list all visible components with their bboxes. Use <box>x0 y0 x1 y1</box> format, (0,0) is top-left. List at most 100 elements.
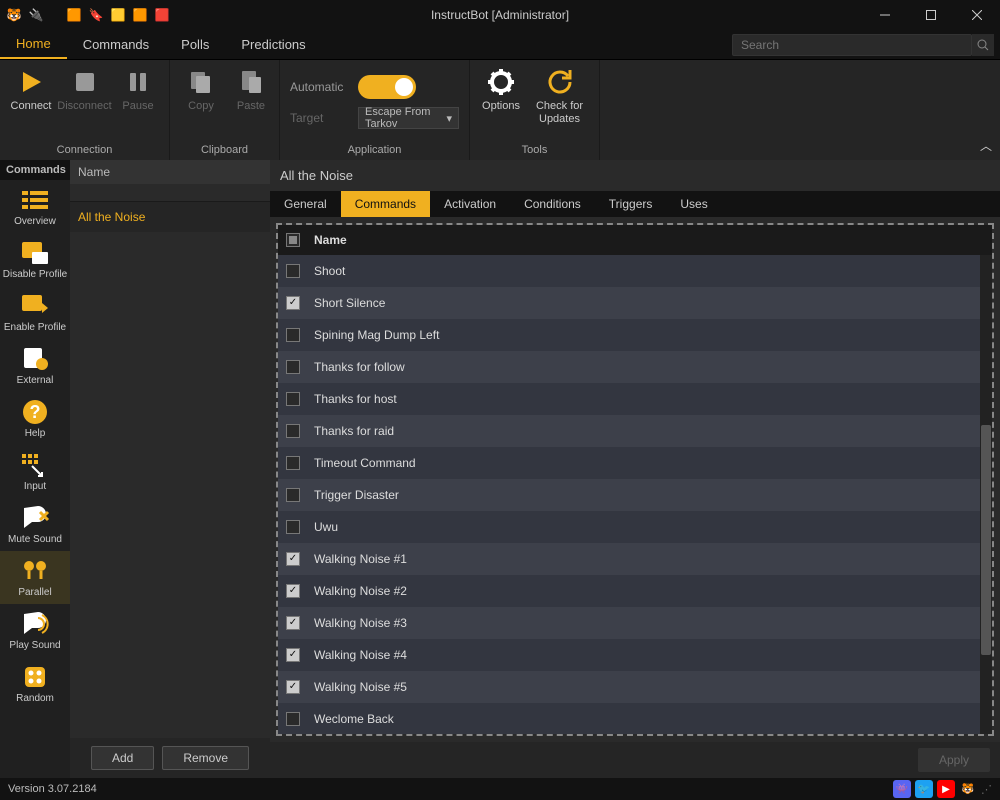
connect-button[interactable]: Connect <box>6 64 56 115</box>
ribbon-collapse-button[interactable]: ︿ <box>980 137 992 154</box>
titlebar-left-icons: 🐯 🔌 🟧 🔖 🟨 🟧 🟥 <box>0 7 176 23</box>
tab-conditions[interactable]: Conditions <box>510 191 595 217</box>
row-checkbox[interactable] <box>286 712 300 726</box>
row-checkbox[interactable] <box>286 424 300 438</box>
menu-home[interactable]: Home <box>0 30 67 59</box>
rail-parallel[interactable]: Parallel <box>0 551 70 604</box>
rail-overview[interactable]: Overview <box>0 180 70 233</box>
table-row[interactable]: Walking Noise #4 <box>278 639 980 671</box>
table-row[interactable]: Walking Noise #2 <box>278 575 980 607</box>
tab-uses[interactable]: Uses <box>666 191 721 217</box>
rail-random[interactable]: Random <box>0 657 70 710</box>
copy-button[interactable]: Copy <box>176 64 226 115</box>
discord-icon[interactable]: 👾 <box>893 780 911 798</box>
row-checkbox[interactable] <box>286 392 300 406</box>
row-checkbox[interactable] <box>286 296 300 310</box>
menu-commands[interactable]: Commands <box>67 30 165 59</box>
row-checkbox[interactable] <box>286 456 300 470</box>
tool-icon-2[interactable]: 🔖 <box>88 7 104 23</box>
table-row[interactable]: Thanks for follow <box>278 351 980 383</box>
rail-external[interactable]: External <box>0 339 70 392</box>
table-body[interactable]: ShootShort Silence Spining Mag Dump Left T… <box>278 255 980 734</box>
resize-grip-icon[interactable]: ⋰ <box>981 783 992 796</box>
scroll-thumb[interactable] <box>981 425 991 655</box>
row-checkbox[interactable] <box>286 264 300 278</box>
automatic-toggle[interactable] <box>358 75 416 99</box>
rail-enable-profile[interactable]: Enable Profile <box>0 286 70 339</box>
maximize-button[interactable] <box>908 0 954 30</box>
row-name: Thanks for follow <box>314 360 405 374</box>
table-row[interactable]: Uwu <box>278 511 980 543</box>
remove-button[interactable]: Remove <box>162 746 249 770</box>
table-row[interactable]: Walking Noise #5 <box>278 671 980 703</box>
rail-play-sound[interactable]: Play Sound <box>0 604 70 657</box>
row-checkbox[interactable] <box>286 328 300 342</box>
rail-help[interactable]: ?Help <box>0 392 70 445</box>
app-small-icon[interactable]: 🐯 <box>959 780 977 798</box>
tool-icon-1[interactable]: 🟧 <box>66 7 82 23</box>
search-input[interactable] <box>732 34 972 56</box>
disconnect-button[interactable]: Disconnect <box>56 64 113 115</box>
table-row[interactable]: Weclome Back <box>278 703 980 734</box>
twitter-icon[interactable]: 🐦 <box>915 780 933 798</box>
table-row[interactable]: Timeout Command <box>278 447 980 479</box>
close-button[interactable] <box>954 0 1000 30</box>
row-checkbox[interactable] <box>286 552 300 566</box>
menu-predictions[interactable]: Predictions <box>225 30 321 59</box>
row-checkbox[interactable] <box>286 360 300 374</box>
plug-icon[interactable]: 🔌 <box>28 7 44 23</box>
youtube-icon[interactable]: ▶ <box>937 780 955 798</box>
row-checkbox[interactable] <box>286 616 300 630</box>
row-name: Uwu <box>314 520 338 534</box>
ribbon-group-clipboard: Copy Paste Clipboard <box>170 60 280 160</box>
row-checkbox[interactable] <box>286 680 300 694</box>
tool-icon-4[interactable]: 🟧 <box>132 7 148 23</box>
table-row[interactable]: Walking Noise #3 <box>278 607 980 639</box>
row-name: Spining Mag Dump Left <box>314 328 439 342</box>
chevron-down-icon: ▾ <box>446 112 452 125</box>
tool-icon-3[interactable]: 🟨 <box>110 7 126 23</box>
row-checkbox[interactable] <box>286 488 300 502</box>
table-row[interactable]: Walking Noise #1 <box>278 543 980 575</box>
table-row[interactable]: Thanks for host <box>278 383 980 415</box>
apply-button[interactable]: Apply <box>918 748 990 772</box>
tab-triggers[interactable]: Triggers <box>595 191 667 217</box>
name-item[interactable]: All the Noise <box>70 202 270 232</box>
rail-disable-profile[interactable]: Disable Profile <box>0 233 70 286</box>
menu-polls[interactable]: Polls <box>165 30 225 59</box>
app-icon: 🐯 <box>6 7 22 23</box>
check-updates-button[interactable]: Check for Updates <box>526 64 593 128</box>
row-name: Thanks for host <box>314 392 397 406</box>
select-all-checkbox[interactable] <box>286 233 300 247</box>
table-row[interactable]: Spining Mag Dump Left <box>278 319 980 351</box>
table-row[interactable]: Trigger Disaster <box>278 479 980 511</box>
rail-icon <box>19 186 51 214</box>
row-name: Walking Noise #4 <box>314 648 407 662</box>
table-row[interactable]: Short Silence <box>278 287 980 319</box>
rail-input[interactable]: Input <box>0 445 70 498</box>
column-name: Name <box>314 233 347 247</box>
add-button[interactable]: Add <box>91 746 154 770</box>
rail-icon <box>19 557 51 585</box>
rail-mute-sound[interactable]: Mute Sound <box>0 498 70 551</box>
options-button[interactable]: Options <box>476 64 526 115</box>
pause-button[interactable]: Pause <box>113 64 163 115</box>
row-checkbox[interactable] <box>286 648 300 662</box>
paste-button[interactable]: Paste <box>226 64 276 115</box>
vertical-scrollbar[interactable] <box>980 255 992 734</box>
minimize-button[interactable] <box>862 0 908 30</box>
table-row[interactable]: Thanks for raid <box>278 415 980 447</box>
row-checkbox[interactable] <box>286 520 300 534</box>
row-checkbox[interactable] <box>286 584 300 598</box>
rail-icon <box>19 345 51 373</box>
target-combo[interactable]: Escape From Tarkov ▾ <box>358 107 459 129</box>
ribbon-group-connection: Connect Disconnect Pause Connection <box>0 60 170 160</box>
tab-commands[interactable]: Commands <box>341 191 430 217</box>
tab-activation[interactable]: Activation <box>430 191 510 217</box>
table-row[interactable]: Shoot <box>278 255 980 287</box>
menubar: HomeCommandsPollsPredictions <box>0 30 1000 60</box>
search-button[interactable] <box>972 34 994 56</box>
row-name: Walking Noise #2 <box>314 584 407 598</box>
tool-icon-5[interactable]: 🟥 <box>154 7 170 23</box>
tab-general[interactable]: General <box>270 191 341 217</box>
